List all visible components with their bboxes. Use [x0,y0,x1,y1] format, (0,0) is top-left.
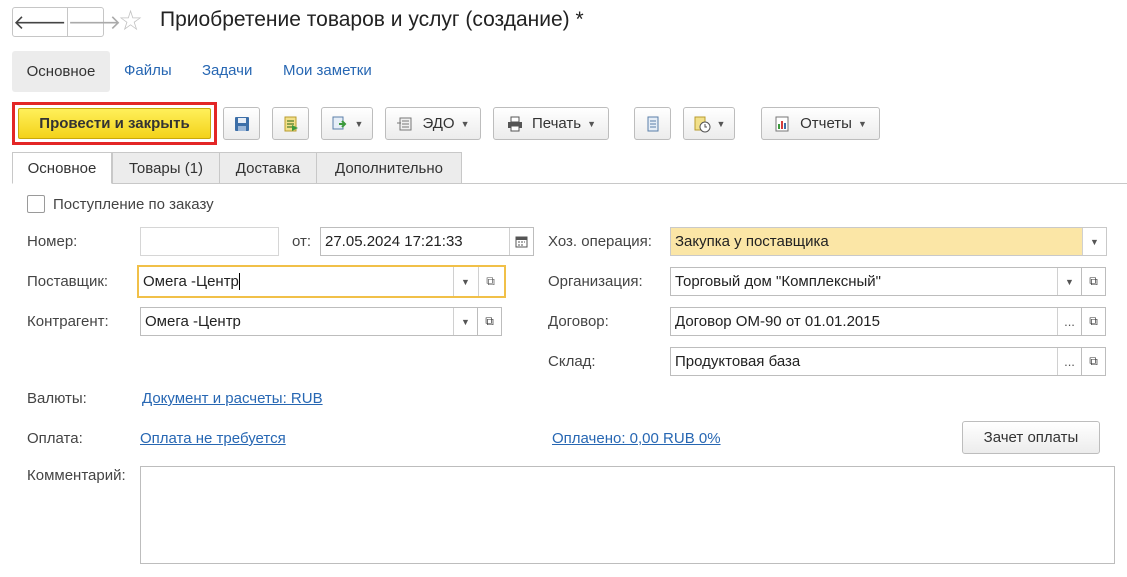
warehouse-value: Продуктовая база [675,353,801,370]
back-button[interactable]: 🡐 [13,8,67,36]
open-window-icon: ⧉ [1089,274,1098,288]
supplier-value: Омега -Центр [143,273,239,290]
payment-offset-button[interactable]: Зачет оплаты [962,421,1100,454]
operation-value: Закупка у поставщика [675,233,829,250]
payment-label: Оплата: [27,430,83,447]
supplier-field[interactable]: Омега -Центр ▼ ⧉ [137,265,506,298]
print-label: Печать [531,115,582,132]
list-structure-icon [647,116,658,131]
open-window-icon: ⧉ [486,274,495,288]
number-field[interactable] [140,227,279,256]
comment-field[interactable] [140,466,1115,564]
chevron-down-icon: ▼ [461,276,470,287]
edo-button[interactable]: ЭДО ▼ [385,107,481,140]
date-value: 27.05.2024 17:21:33 [325,233,463,250]
create-based-on-button[interactable]: ▼ [321,107,373,140]
more-actions-button[interactable]: ▼ [683,107,735,140]
arrow-right-icon: 🡒 [67,11,122,34]
section-files[interactable]: Файлы [124,62,172,79]
tab-main[interactable]: Основное [12,152,112,184]
organization-label: Организация: [548,273,643,290]
contract-select-button[interactable]: ... [1057,308,1081,335]
structure-button[interactable] [634,107,671,140]
post-button[interactable] [272,107,309,140]
supplier-label: Поставщик: [27,273,109,290]
save-button[interactable] [223,107,260,140]
reports-label: Отчеты [800,115,852,132]
currency-label: Валюты: [27,390,87,407]
organization-field[interactable]: Торговый дом "Комплексный" ▼ [670,267,1082,296]
organization-dropdown[interactable]: ▼ [1057,268,1081,295]
open-window-icon: ⧉ [1089,314,1098,328]
counterparty-field[interactable]: Омега -Центр ▼ [140,307,478,336]
warehouse-select-button[interactable]: ... [1057,348,1081,375]
by-order-label: Поступление по заказу [53,196,214,213]
chevron-down-icon: ▼ [587,118,597,129]
operation-dropdown[interactable]: ▼ [1082,228,1106,255]
date-field[interactable]: 27.05.2024 17:21:33 [320,227,534,256]
edo-icon [397,117,412,130]
chevron-down-icon: ▼ [354,118,364,129]
payment-link[interactable]: Оплата не требуется [140,430,286,447]
calendar-icon [515,236,528,248]
section-tasks[interactable]: Задачи [202,62,252,79]
edo-label: ЭДО [422,115,455,132]
floppy-disk-icon [234,116,249,131]
comment-label: Комментарий: [27,467,126,484]
contract-value: Договор ОМ-90 от 01.01.2015 [675,313,880,330]
by-order-checkbox[interactable] [27,195,45,213]
warehouse-open-button[interactable]: ⧉ [1082,347,1106,376]
contract-label: Договор: [548,313,609,330]
document-clock-icon [694,116,711,132]
counterparty-value: Омега -Центр [145,313,241,330]
open-window-icon: ⧉ [1089,354,1098,368]
warehouse-label: Склад: [548,353,596,370]
paid-link[interactable]: Оплачено: 0,00 RUB 0% [552,430,721,447]
arrow-left-icon: 🡐 [13,11,67,34]
open-window-icon: ⧉ [485,314,494,328]
counterparty-open-button[interactable]: ⧉ [478,307,502,336]
currency-link[interactable]: Документ и расчеты: RUB [142,390,323,407]
chevron-down-icon: ▼ [461,316,470,327]
tab-additional[interactable]: Дополнительно [316,152,462,184]
calendar-button[interactable] [509,228,533,255]
warehouse-field[interactable]: Продуктовая база ... [670,347,1082,376]
print-button[interactable]: Печать ▼ [493,107,609,140]
organization-value: Торговый дом "Комплексный" [675,273,881,290]
number-label: Номер: [27,233,78,250]
chevron-down-icon: ▼ [716,118,726,129]
section-my-notes[interactable]: Мои заметки [283,62,372,79]
chevron-down-icon: ▼ [1065,276,1074,287]
supplier-open-button[interactable]: ⧉ [478,267,502,296]
section-main[interactable]: Основное [12,51,110,92]
contract-open-button[interactable]: ⧉ [1082,307,1106,336]
forward-button[interactable]: 🡒 [66,8,122,36]
printer-icon [507,116,522,131]
operation-field[interactable]: Закупка у поставщика ▼ [670,227,1107,256]
tab-goods[interactable]: Товары (1) [112,152,220,184]
supplier-dropdown[interactable]: ▼ [453,267,477,296]
navigation-buttons: 🡐 🡒 [12,7,121,37]
organization-open-button[interactable]: ⧉ [1082,267,1106,296]
operation-label: Хоз. операция: [548,233,652,250]
star-icon[interactable]: ☆ [118,6,143,36]
primary-highlight: Провести и закрыть [12,102,217,145]
post-and-close-button[interactable]: Провести и закрыть [18,108,211,139]
reports-icon [775,116,789,131]
create-based-on-icon [332,116,346,129]
counterparty-dropdown[interactable]: ▼ [453,308,477,335]
chevron-down-icon: ▼ [1090,236,1099,247]
chevron-down-icon: ▼ [460,118,470,129]
text-cursor [238,273,240,290]
post-document-icon [284,116,298,131]
counterparty-label: Контрагент: [27,313,109,330]
reports-button[interactable]: Отчеты ▼ [761,107,880,140]
page-title: Приобретение товаров и услуг (создание) … [160,8,584,31]
contract-field[interactable]: Договор ОМ-90 от 01.01.2015 ... [670,307,1082,336]
date-prefix-label: от: [292,233,312,250]
tab-delivery[interactable]: Доставка [219,152,317,184]
chevron-down-icon: ▼ [857,118,867,129]
